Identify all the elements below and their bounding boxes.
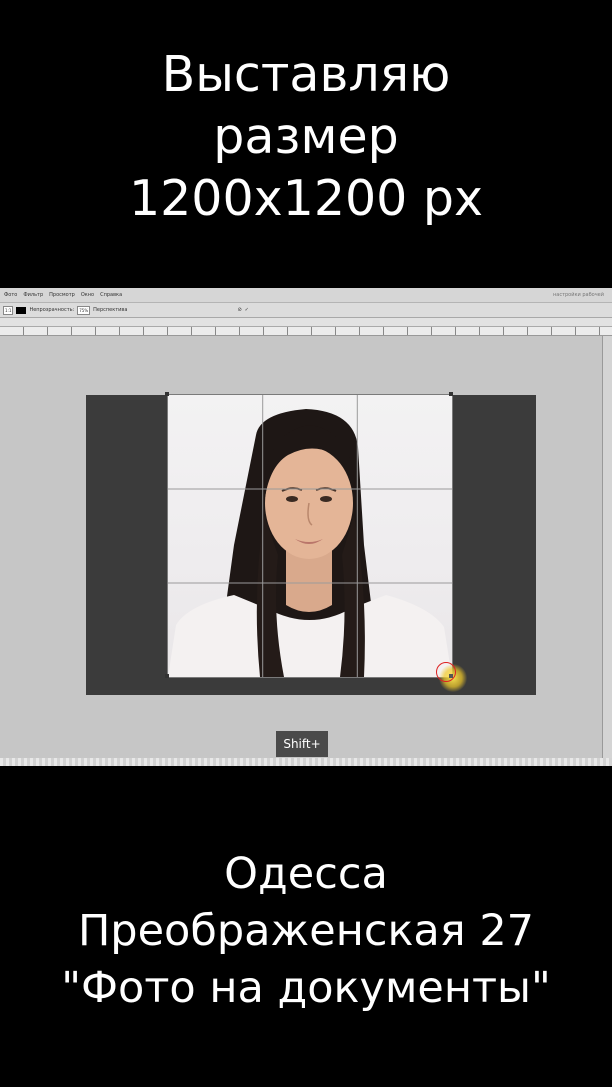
crop-handle-top-left[interactable] (165, 392, 169, 396)
bottom-caption-line-3: "Фото на документы" (61, 963, 551, 1013)
crop-handle-top-right[interactable] (449, 392, 453, 396)
commit-check-icon[interactable]: ✓ (245, 307, 249, 313)
crop-grid (168, 395, 452, 677)
top-caption-line-3: 1200x1200 px (128, 170, 484, 227)
crop-handle-bottom-left[interactable] (165, 674, 169, 678)
menu-item-view[interactable]: Просмотр (49, 292, 75, 298)
bottom-caption: Одесса Преображенская 27 "Фото на докуме… (0, 846, 612, 1017)
document-tab-strip (0, 318, 612, 327)
status-bar (0, 758, 612, 766)
opacity-label: Непрозрачность: (29, 307, 75, 313)
right-panel (602, 336, 612, 758)
top-caption: Выставляю размер 1200x1200 px (0, 44, 612, 230)
menu-bar: Фото Фильтр Просмотр Окно Справка настро… (0, 288, 612, 303)
top-caption-line-2: размер (213, 108, 399, 165)
options-bar: 1:1 Непрозрачность: 75% Перспектива ⊘ ✓ (0, 303, 612, 318)
keystroke-badge: Shift+ (276, 731, 328, 757)
bottom-caption-line-2: Преображенская 27 (77, 906, 535, 956)
photoshop-window: Фото Фильтр Просмотр Окно Справка настро… (0, 288, 612, 766)
menu-item-filter[interactable]: Фильтр (23, 292, 43, 298)
perspective-checkbox-label[interactable]: Перспектива (93, 307, 127, 313)
cancel-icon[interactable]: ⊘ (237, 307, 241, 313)
horizontal-ruler (0, 327, 612, 336)
zoom-field[interactable]: 1:1 (3, 305, 14, 315)
menu-item-window[interactable]: Окно (81, 292, 94, 298)
menu-item-help[interactable]: Справка (100, 292, 122, 298)
top-caption-line-1: Выставляю (161, 46, 451, 103)
workspace-settings-label[interactable]: настройки рабочей (553, 292, 604, 298)
color-swatch[interactable] (16, 306, 27, 314)
bottom-caption-line-1: Одесса (224, 849, 388, 899)
crop-handle-bottom-right[interactable] (449, 674, 453, 678)
opacity-field[interactable]: 75% (77, 305, 91, 315)
menu-item-photo[interactable]: Фото (4, 292, 17, 298)
cursor-ring (436, 662, 456, 682)
